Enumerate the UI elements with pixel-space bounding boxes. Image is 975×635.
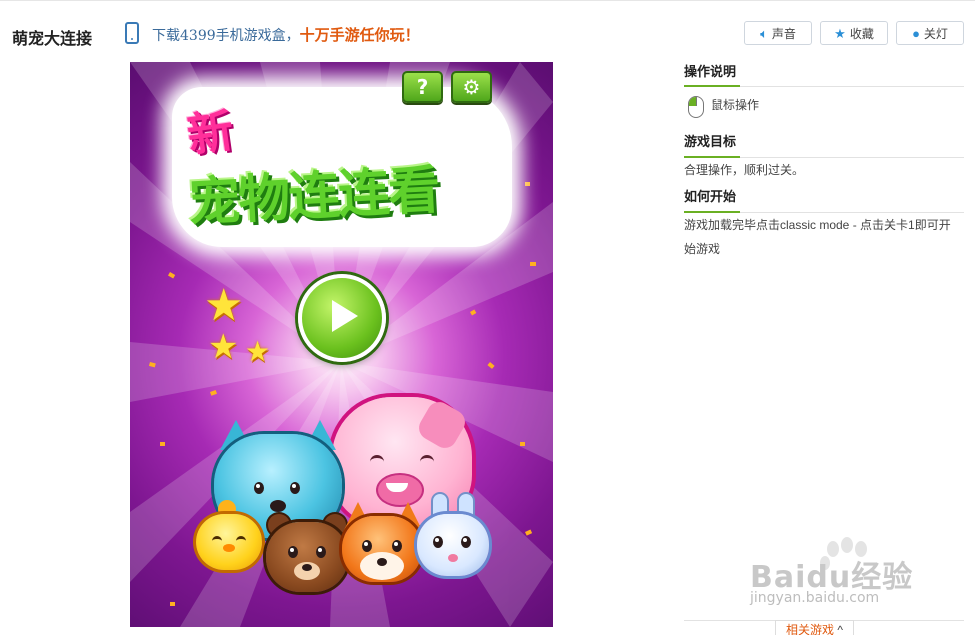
goal-title: 游戏目标 — [684, 134, 737, 149]
related-games-tab[interactable]: 相关游戏 ^ — [775, 620, 854, 635]
fox-character — [342, 502, 422, 582]
promo-text: 下载4399手机游戏盒， — [152, 28, 300, 44]
app-promo-link[interactable]: 下载4399手机游戏盒，十万手游任你玩！ — [152, 24, 420, 45]
game-canvas[interactable]: 新 宠物连连看 ? ⚙ ★ ★ ★ — [130, 62, 553, 627]
star-icon: ★ — [834, 25, 846, 41]
gear-icon: ⚙ — [462, 75, 481, 99]
logo-new: 新 — [183, 103, 237, 163]
bear-character — [266, 512, 348, 592]
goal-text: 合理操作，顺利过关。 — [684, 163, 805, 177]
watermark-url: jingyan.baidu.com — [750, 590, 880, 606]
help-button[interactable]: ? — [402, 71, 443, 103]
lights-off-button-label: 关灯 — [923, 26, 948, 41]
controls-divider — [684, 85, 964, 87]
lightbulb-icon: ● — [912, 25, 920, 41]
favorite-button[interactable]: ★ 收藏 — [820, 21, 888, 45]
phone-icon[interactable] — [125, 22, 139, 44]
controls-text: 鼠标操作 — [711, 98, 760, 112]
mouse-icon — [688, 96, 704, 118]
promo-highlight: 十万手游任你玩！ — [299, 26, 420, 44]
star-icon: ★ — [208, 327, 239, 367]
sound-button[interactable]: 🔈︎ 声音 — [744, 21, 812, 45]
favorite-button-label: 收藏 — [849, 26, 874, 41]
lights-off-button[interactable]: ● 关灯 — [896, 21, 964, 45]
chevron-up-icon: ^ — [837, 623, 843, 635]
related-games-label: 相关游戏 — [786, 623, 835, 635]
game-logo: 宠物连连看 — [186, 160, 440, 234]
top-divider — [0, 0, 975, 1]
settings-button[interactable]: ⚙ — [451, 71, 492, 103]
help-icon: ? — [416, 75, 429, 99]
star-icon: ★ — [204, 280, 244, 331]
controls-title: 操作说明 — [684, 64, 737, 79]
star-icon: ★ — [245, 335, 271, 368]
chick-character — [196, 496, 262, 570]
sound-button-label: 声音 — [771, 26, 796, 41]
start-title: 如何开始 — [684, 189, 737, 204]
game-title: 萌宠大连接 — [12, 31, 93, 48]
speaker-icon: 🔈︎ — [760, 25, 768, 41]
start-text: 游戏加载完毕点击classic mode - 点击关卡1即可开始游戏 — [684, 218, 951, 256]
play-button[interactable] — [298, 274, 386, 362]
rabbit-character — [417, 494, 489, 578]
